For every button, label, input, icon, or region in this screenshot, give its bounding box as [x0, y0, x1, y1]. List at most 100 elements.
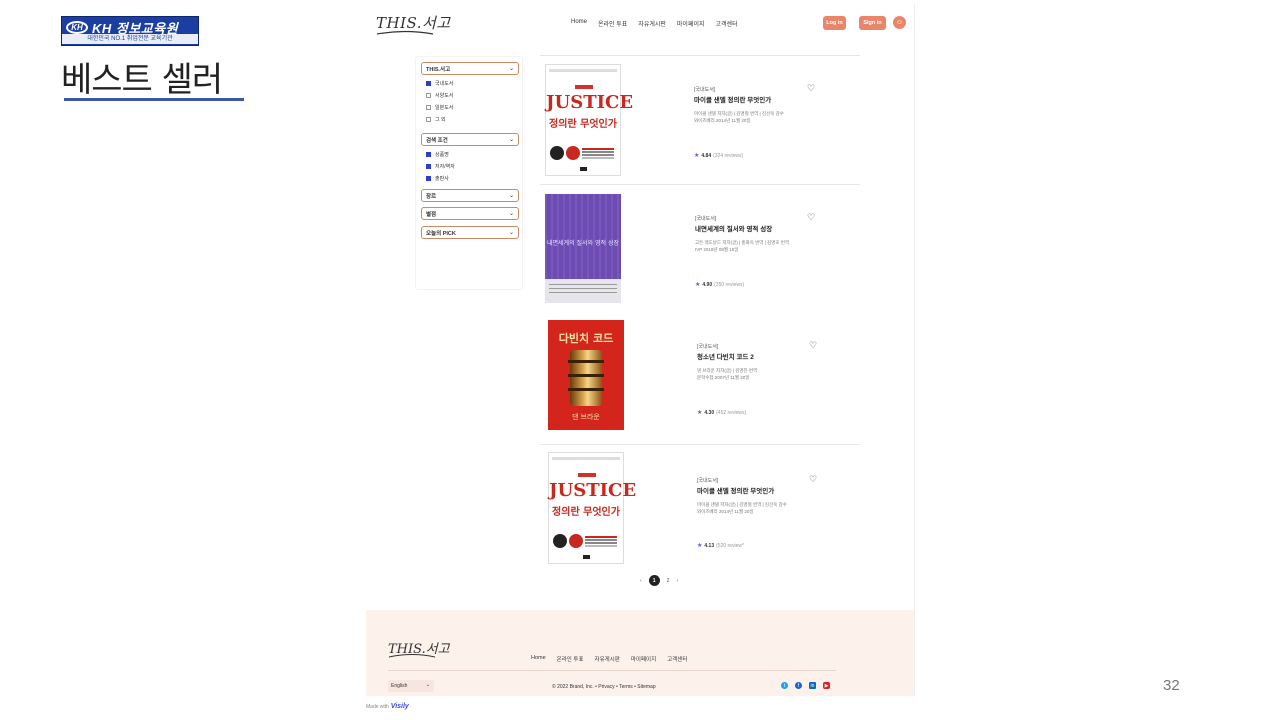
nav-vote[interactable]: 온라인 투표	[598, 19, 627, 28]
filter-option-label: 국내도서	[435, 81, 454, 87]
filter-option-label: 그 외	[435, 117, 446, 123]
filter-option[interactable]: 서양도서	[426, 92, 453, 99]
pagination: ‹ 1 2 ›	[640, 575, 678, 586]
checkbox-icon[interactable]	[426, 117, 431, 122]
checkbox-icon[interactable]	[426, 93, 431, 98]
book-title[interactable]: 청소년 다빈치 코드 2	[697, 351, 754, 361]
chevron-down-icon: ⌄	[508, 193, 514, 199]
footer-nav: Home 온라인 투표 자유게시판 마이페이지 고객센터	[531, 655, 687, 663]
book-title[interactable]: 마이클 샌델 정의란 무엇인가	[694, 94, 771, 104]
footer-nav-board[interactable]: 자유게시판	[595, 655, 620, 663]
chevron-down-icon: ⌄	[425, 682, 430, 688]
divider	[540, 444, 860, 445]
cover-title: JUSTICE	[549, 480, 637, 501]
heart-icon[interactable]: ♡	[809, 474, 817, 485]
book-cover[interactable]: 다빈치 코드 댄 브라운	[548, 320, 624, 430]
book-cover[interactable]: JUSTICE 정의란 무엇인가	[548, 452, 637, 564]
filter-option[interactable]: 출판사	[426, 175, 449, 182]
nav-home[interactable]: Home	[571, 19, 587, 28]
heart-icon[interactable]: ♡	[807, 212, 815, 223]
filter-group-label: 장르	[426, 193, 437, 200]
chevron-down-icon: ⌄	[508, 66, 514, 72]
book-meta: 고든 맥도날드 저자(글) | 홍화옥 번역 | 김명호 번역 IVP 2018년…	[695, 239, 805, 253]
heart-icon[interactable]: ♡	[809, 340, 817, 351]
kh-logo-mark: KH	[66, 20, 88, 34]
review-count: (324 reviews)	[713, 152, 744, 159]
filter-group-label: 별점	[426, 211, 437, 218]
rating-value: 4.30	[704, 409, 715, 416]
cover-author: 댄 브라운	[572, 414, 600, 421]
star-icon: ★	[695, 282, 701, 288]
filter-option[interactable]: 국내도서	[426, 80, 453, 87]
facebook-icon[interactable]: f	[795, 682, 802, 689]
language-select[interactable]: English ⌄	[388, 680, 434, 692]
book-title[interactable]: 내면세계의 질서와 영적 성장	[695, 223, 772, 233]
footer-nav-support[interactable]: 고객센터	[667, 655, 687, 663]
footer-nav-mypage[interactable]: 마이페이지	[631, 655, 656, 663]
book-publisher: 문학수첩 2007년 11월 20일	[697, 375, 750, 380]
book-rating: ★ 4.90 (350 reviews)	[695, 281, 745, 289]
divider	[388, 670, 836, 671]
checkbox-checked-icon[interactable]	[426, 152, 431, 157]
filter-group-pick[interactable]: 오늘의 PICK ⌄	[421, 226, 519, 239]
chevron-down-icon: ⌄	[508, 230, 514, 236]
social-links: t f in ▶	[781, 682, 830, 689]
login-button[interactable]: Log in	[823, 16, 846, 30]
made-with-badge[interactable]: Made with Visily	[366, 703, 409, 710]
cover-subtitle: 정의란 무엇인가	[549, 119, 617, 130]
filter-group-label: 검색 조건	[426, 137, 448, 144]
filter-group-library[interactable]: THIS.서고 ⌄	[421, 62, 519, 75]
book-item[interactable]: 내면세계의 질서와 영적 성장 [국내도서] 내면세계의 질서와 영적 성장 고…	[540, 185, 860, 313]
chevron-down-icon: ⌄	[508, 211, 514, 217]
filter-option[interactable]: 상품명	[426, 151, 449, 158]
checkbox-checked-icon[interactable]	[426, 164, 431, 169]
filter-option[interactable]: 일본도서	[426, 104, 453, 111]
heart-icon[interactable]: ♡	[807, 83, 815, 94]
book-cover[interactable]: 내면세계의 질서와 영적 성장	[545, 194, 621, 303]
book-meta: 마이클 샌델 저자(글) | 김명철 번역 | 김선욱 감수 와이즈베리 2014…	[697, 501, 807, 515]
pagination-page[interactable]: 2	[667, 578, 670, 584]
footer-nav-vote[interactable]: 온라인 투표	[557, 655, 584, 663]
filter-option[interactable]: 저자/역자	[426, 163, 455, 170]
nav-mypage[interactable]: 마이페이지	[677, 19, 705, 28]
book-publisher: 와이즈베리 2014년 11월 20일	[694, 118, 751, 123]
chevron-down-icon: ⌄	[508, 137, 514, 143]
book-item[interactable]: 다빈치 코드 댄 브라운 [국내도서] 청소년 다빈치 코드 2 댄 브라운 저…	[540, 313, 860, 446]
user-avatar-icon[interactable]: ☺	[893, 16, 906, 29]
filter-group-genre[interactable]: 장르 ⌄	[421, 189, 519, 202]
review-count: (350 reviews)	[714, 281, 745, 288]
filter-option[interactable]: 그 외	[426, 116, 446, 123]
filter-group-rating[interactable]: 별점 ⌄	[421, 207, 519, 220]
twitter-icon[interactable]: t	[781, 682, 788, 689]
book-cover[interactable]: JUSTICE 정의란 무엇인가	[545, 64, 633, 176]
book-authors: 댄 브라운 저자(글) | 김명진 번역	[697, 368, 758, 373]
pagination-page-current[interactable]: 1	[648, 575, 660, 586]
filter-sidebar: THIS.서고 ⌄ 국내도서 서양도서 일본도서 그 외 검색 조건 ⌄ 상품명 저…	[415, 56, 523, 290]
signin-button[interactable]: Sign in	[859, 16, 886, 30]
youtube-icon[interactable]: ▶	[823, 682, 830, 689]
pagination-prev[interactable]: ‹	[640, 578, 642, 584]
review-count: (452 reviews)	[716, 409, 747, 416]
checkbox-checked-icon[interactable]	[426, 81, 431, 86]
checkbox-icon[interactable]	[426, 105, 431, 110]
nav-support[interactable]: 고객센터	[716, 19, 738, 28]
filter-option-label: 상품명	[435, 152, 449, 158]
checkbox-checked-icon[interactable]	[426, 176, 431, 181]
pagination-next[interactable]: ›	[676, 578, 678, 584]
nav-board[interactable]: 자유게시판	[638, 19, 666, 28]
book-item[interactable]: JUSTICE 정의란 무엇인가 [국내도서] 마이클 샌델 정의란 무엇인가 …	[540, 56, 860, 185]
linkedin-icon[interactable]: in	[809, 682, 816, 689]
book-rating: ★ 4.30 (452 reviews)	[697, 409, 747, 417]
footer-nav-home[interactable]: Home	[531, 655, 546, 663]
star-icon: ★	[697, 543, 703, 549]
site-header: THIS.서고 Home 온라인 투표 자유게시판 마이페이지 고객센터 Log…	[366, 4, 914, 44]
logo-swoosh-icon	[376, 30, 434, 35]
slide: KH KH 정보교육원 대한민국 NO.1 취업전문 교육기관 베스트 셀러 T…	[0, 0, 1280, 720]
filter-option-label: 출판사	[435, 176, 449, 182]
filter-option-label: 일본도서	[435, 105, 454, 111]
filter-group-label: THIS.서고	[426, 66, 451, 73]
book-title[interactable]: 마이클 샌델 정의란 무엇인가	[697, 485, 774, 495]
filter-group-search[interactable]: 검색 조건 ⌄	[421, 133, 519, 146]
book-item[interactable]: JUSTICE 정의란 무엇인가 [국내도서] 마이클 샌델 정의란 무엇인가 …	[540, 446, 860, 572]
rating-value: 4.13	[704, 542, 715, 549]
